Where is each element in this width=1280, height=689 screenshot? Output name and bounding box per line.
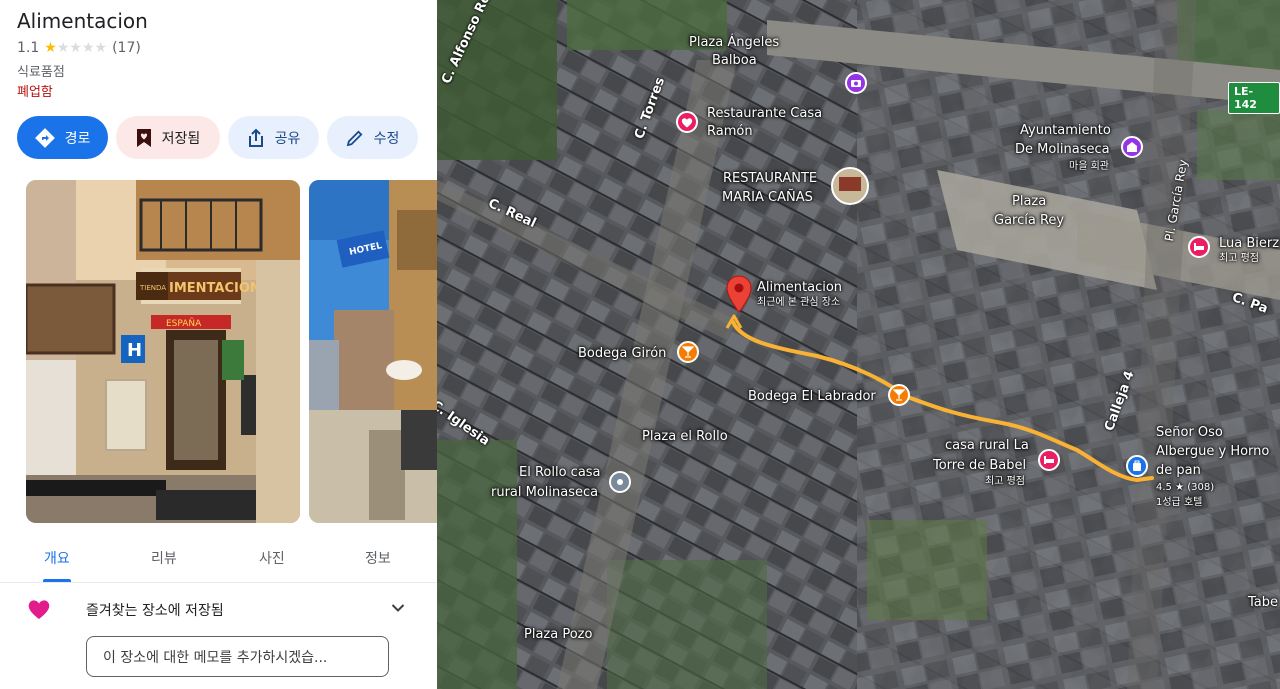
map-label-sub: 4.5 ★ (308) xyxy=(1156,482,1215,493)
map-label[interactable]: Balboa xyxy=(712,52,757,69)
place-pin-icon[interactable] xyxy=(609,471,631,493)
saved-list-label: 즐겨찾는 장소에 저장됨 xyxy=(86,603,224,619)
edit-label: 수정 xyxy=(373,130,400,147)
star-icon: ★ xyxy=(44,40,57,56)
business-status: 폐업함 xyxy=(17,85,53,100)
directions-label: 경로 xyxy=(64,130,91,147)
storefront-sign-text: IMENTACION xyxy=(169,281,261,296)
road-badge: LE-142 xyxy=(1228,82,1280,114)
map-label-sub: 1성급 호텔 xyxy=(1156,497,1203,508)
bar-icon[interactable] xyxy=(677,341,699,363)
share-button[interactable]: 공유 xyxy=(228,116,319,159)
pencil-icon xyxy=(346,130,363,146)
directions-icon xyxy=(34,127,55,148)
map-label-sub: 마을 회관 xyxy=(1069,161,1109,172)
street-photo: HOTEL xyxy=(309,180,437,523)
star-icon: ★ xyxy=(94,40,108,56)
tab-overview[interactable]: 개요 xyxy=(44,548,70,568)
place-tabs: 개요 리뷰 사진 정보 xyxy=(0,534,437,583)
luggage-icon[interactable] xyxy=(1126,455,1148,477)
map-label[interactable]: De Molinaseca xyxy=(1015,141,1110,158)
map-label[interactable]: Plaza xyxy=(1012,193,1046,210)
bar-icon[interactable] xyxy=(888,384,910,406)
map-label[interactable]: Restaurante Casa xyxy=(707,105,822,122)
map-label[interactable]: de pan xyxy=(1156,462,1201,479)
place-photo-storefront[interactable]: IMENTACION TIENDA ESPAÑA H xyxy=(26,180,300,523)
hotel-bed-icon[interactable] xyxy=(1188,236,1210,258)
map-label-sub: 최고 평점 xyxy=(985,476,1025,487)
rating-stars: ★★★★★ xyxy=(44,40,107,56)
map-label[interactable]: Torre de Babel xyxy=(933,457,1026,474)
share-icon xyxy=(248,128,263,147)
map-label[interactable]: García Rey xyxy=(994,212,1064,229)
map-label[interactable]: RESTAURANTE xyxy=(723,170,817,187)
bookmark-heart-icon xyxy=(136,128,151,147)
place-category[interactable]: 식료품점 xyxy=(17,61,65,80)
edit-button[interactable]: 수정 xyxy=(327,116,418,159)
active-tab-indicator xyxy=(43,579,71,582)
map-label-sub: 최근에 본 관심 장소 xyxy=(757,297,841,308)
selected-place-pin-icon[interactable] xyxy=(725,275,753,313)
storefront-photo: IMENTACION TIENDA ESPAÑA H xyxy=(26,180,300,523)
storefront-sign-left-text: TIENDA xyxy=(139,284,166,292)
map-label[interactable]: casa rural La xyxy=(945,437,1029,454)
map-label[interactable]: Ramón xyxy=(707,123,753,140)
saved-label: 저장됨 xyxy=(161,130,201,147)
place-photo-street[interactable]: HOTEL xyxy=(309,180,437,523)
place-title: Alimentacion xyxy=(17,9,148,33)
map-label[interactable]: Bodega El Labrador xyxy=(748,388,876,405)
satellite-imagery xyxy=(437,0,1280,689)
directions-button[interactable]: 경로 xyxy=(17,116,108,159)
map-label[interactable]: Alimentacion xyxy=(757,279,842,296)
chevron-down-icon[interactable] xyxy=(391,603,405,613)
place-details-panel: Alimentacion 1.1 ★★★★★ (17) 식료품점 폐업함 경로 … xyxy=(0,0,437,689)
map-label[interactable]: Bodega Girón xyxy=(578,345,666,362)
rating-row[interactable]: 1.1 ★★★★★ (17) xyxy=(17,40,141,56)
heart-icon xyxy=(28,600,50,619)
map-label[interactable]: El Rollo casa xyxy=(519,464,601,481)
star-icon: ★ xyxy=(56,40,70,56)
tab-about[interactable]: 정보 xyxy=(365,548,391,568)
satellite-map[interactable]: C. Alfonso Rojo C. Torres C. Real C. Igl… xyxy=(437,0,1280,689)
heart-place-icon[interactable] xyxy=(676,111,698,133)
map-label-sub: 최고 평점 xyxy=(1219,253,1259,264)
map-label[interactable]: rural Molinaseca xyxy=(491,484,598,501)
star-icon: ★ xyxy=(81,40,95,56)
camera-icon[interactable] xyxy=(845,72,867,94)
map-label[interactable]: MARIA CAÑAS xyxy=(722,189,813,206)
svg-text:H: H xyxy=(127,340,142,361)
review-count[interactable]: (17) xyxy=(112,40,141,56)
saved-list-row[interactable]: 즐겨찾는 장소에 저장됨 xyxy=(0,596,437,624)
map-label[interactable]: Señor Oso xyxy=(1156,424,1223,441)
rating-value: 1.1 xyxy=(17,40,40,56)
tab-photos[interactable]: 사진 xyxy=(259,548,285,568)
note-input[interactable]: 이 장소에 대한 메모를 추가하시겠습... xyxy=(86,636,389,677)
map-label[interactable]: Albergue y Horno xyxy=(1156,443,1269,460)
map-label[interactable]: Plaza el Rollo xyxy=(642,428,728,445)
map-label[interactable]: Tabe xyxy=(1248,594,1278,611)
map-label[interactable]: Plaza Ángeles xyxy=(689,34,779,51)
tab-reviews[interactable]: 리뷰 xyxy=(151,548,177,568)
map-label[interactable]: Plaza Pozo xyxy=(524,626,592,643)
hotel-bed-icon[interactable] xyxy=(1038,449,1060,471)
star-icon: ★ xyxy=(69,40,82,56)
town-hall-icon[interactable] xyxy=(1121,136,1143,158)
map-label[interactable]: Lua Bierz xyxy=(1219,235,1279,252)
storefront-banner-text: ESPAÑA xyxy=(166,318,202,329)
restaurant-photo-pin[interactable] xyxy=(831,167,869,205)
map-label[interactable]: Ayuntamiento xyxy=(1020,122,1111,139)
saved-button[interactable]: 저장됨 xyxy=(116,116,220,159)
share-label: 공유 xyxy=(274,130,301,147)
